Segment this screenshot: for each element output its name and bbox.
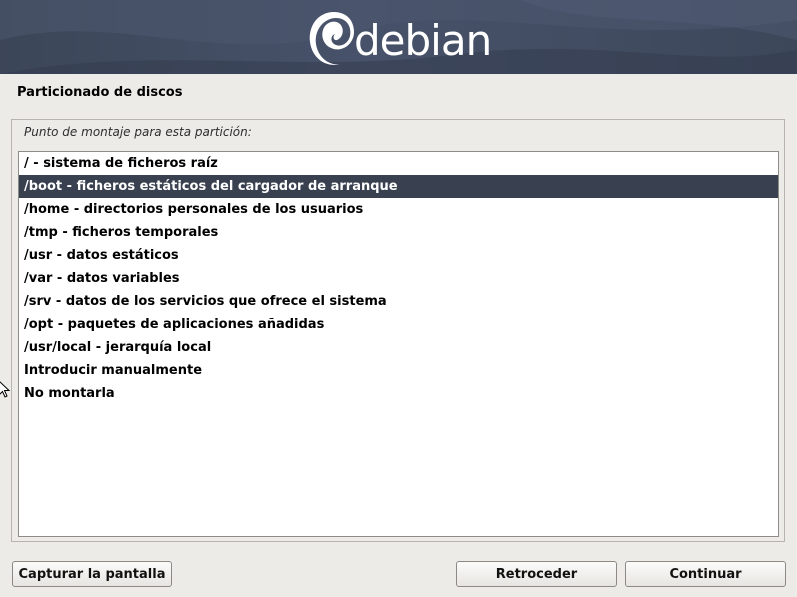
list-item[interactable]: /tmp - ficheros temporales [19,221,778,244]
debian-wordmark: debian [354,15,492,65]
mouse-cursor-icon [0,381,10,398]
list-item[interactable]: /usr - datos estáticos [19,244,778,267]
list-item[interactable]: / - sistema de ficheros raíz [19,152,778,175]
debian-logo: debian [304,4,492,72]
debian-swirl-icon [309,12,354,65]
list-item[interactable]: /usr/local - jerarquía local [19,336,778,359]
continue-button[interactable]: Continuar [625,561,786,587]
list-item[interactable]: Introducir manualmente [19,359,778,382]
debian-banner: debian [0,0,797,74]
page-title: Particionado de discos [17,85,183,100]
list-item[interactable]: /var - datos variables [19,267,778,290]
mount-point-list[interactable]: / - sistema de ficheros raíz /boot - fic… [18,151,779,537]
list-item[interactable]: /home - directorios personales de los us… [19,198,778,221]
back-button[interactable]: Retroceder [456,561,617,587]
list-item-selected[interactable]: /boot - ficheros estáticos del cargador … [19,175,778,198]
question-label: Punto de montaje para esta partición: [24,125,252,139]
screenshot-button[interactable]: Capturar la pantalla [12,561,172,587]
list-item[interactable]: /opt - paquetes de aplicaciones añadidas [19,313,778,336]
list-item[interactable]: /srv - datos de los servicios que ofrece… [19,290,778,313]
list-item[interactable]: No montarla [19,382,778,405]
